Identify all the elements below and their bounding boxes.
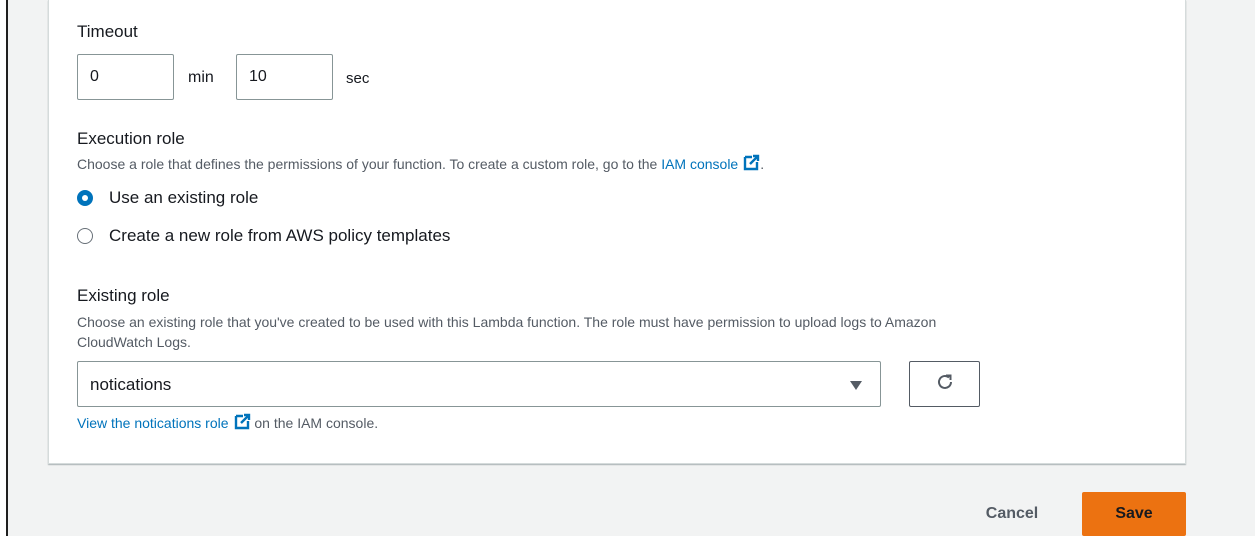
radio-use-existing-role-label[interactable]: Use an existing role	[109, 188, 258, 208]
execution-role-label: Execution role	[77, 129, 185, 148]
refresh-roles-button[interactable]	[909, 361, 980, 407]
existing-role-description-line1: Choose an existing role that you've crea…	[77, 314, 937, 330]
timeout-label: Timeout	[77, 22, 138, 41]
existing-role-select-value: notications	[90, 375, 172, 394]
execution-role-description: Choose a role that defines the permissio…	[77, 154, 764, 177]
refresh-icon	[935, 372, 955, 397]
external-link-icon	[742, 154, 760, 177]
existing-role-select[interactable]: notications	[77, 361, 881, 407]
execution-role-description-text: Choose a role that defines the permissio…	[77, 156, 662, 172]
timeout-minutes-unit: min	[188, 69, 214, 86]
execution-role-description-end: .	[760, 156, 765, 172]
radio-use-existing-role[interactable]	[77, 190, 93, 206]
timeout-minutes-input[interactable]	[77, 54, 174, 100]
view-role-line: View the notications role on the IAM con…	[77, 413, 378, 436]
window-edge	[0, 0, 8, 536]
radio-create-new-role[interactable]	[77, 228, 93, 244]
timeout-seconds-unit: sec	[346, 70, 370, 87]
caret-down-icon	[850, 381, 862, 390]
existing-role-description-line2: CloudWatch Logs.	[77, 334, 191, 350]
iam-console-link[interactable]: IAM console	[661, 156, 738, 172]
radio-create-new-role-label[interactable]: Create a new role from AWS policy templa…	[109, 226, 450, 246]
cancel-button[interactable]: Cancel	[970, 492, 1054, 536]
external-link-icon	[233, 413, 251, 436]
save-button[interactable]: Save	[1082, 492, 1186, 536]
existing-role-description: Choose an existing role that you've crea…	[77, 312, 1157, 352]
timeout-seconds-input[interactable]	[236, 54, 333, 100]
view-role-suffix: on the IAM console.	[250, 415, 379, 431]
existing-role-label: Existing role	[77, 286, 170, 305]
view-role-link[interactable]: View the notications role	[77, 415, 229, 431]
